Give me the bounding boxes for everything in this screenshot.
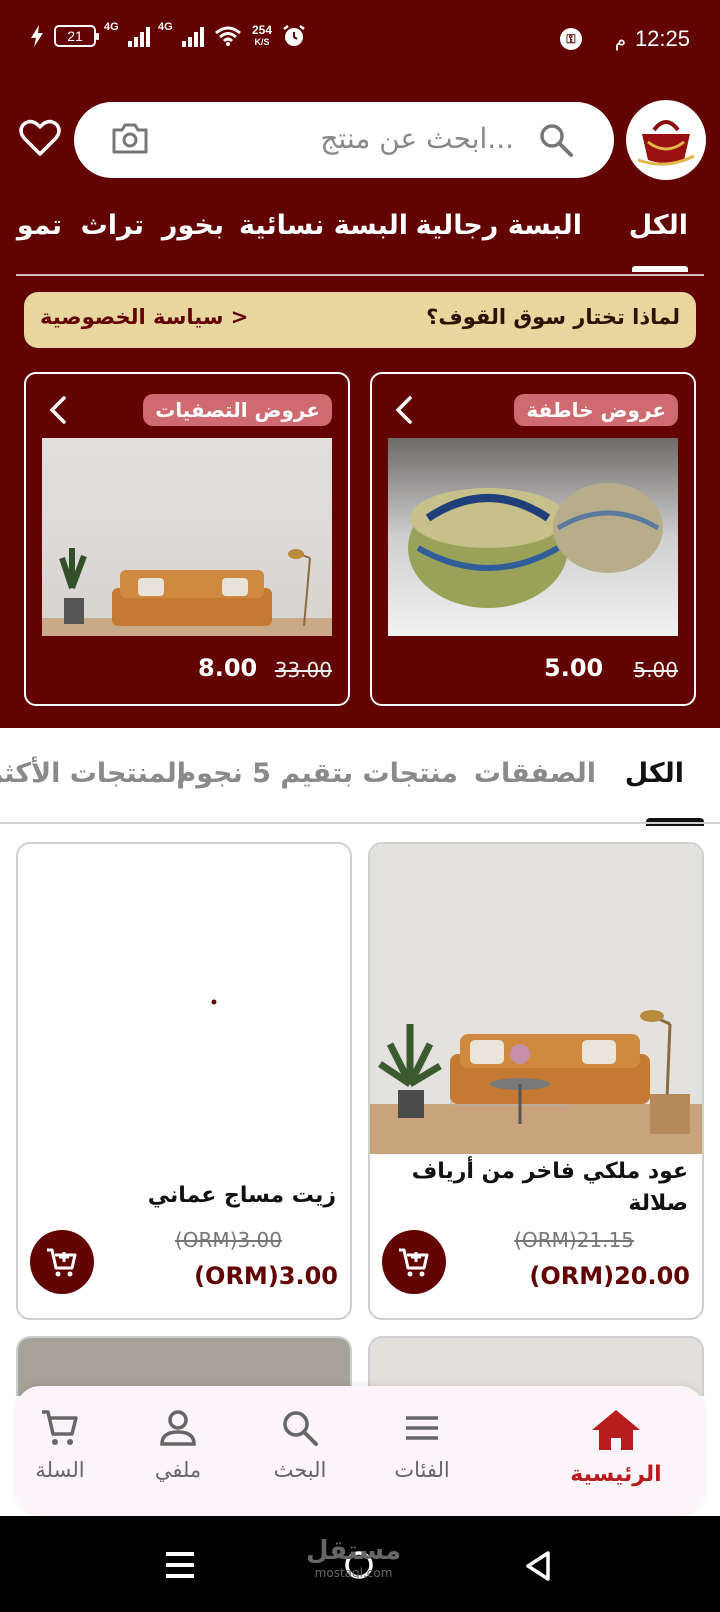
- info-banner[interactable]: لماذا تختار سوق القوف؟ سياسة الخصوصية >: [24, 292, 696, 348]
- product-name[interactable]: زيت مساج عماني: [36, 1180, 336, 1212]
- product-price: (ORM)3.00: [194, 1262, 338, 1290]
- search-placeholder: ابحث عن منتج...: [320, 122, 514, 155]
- search-icon: [283, 1411, 318, 1446]
- chevron-left-icon[interactable]: [392, 394, 416, 426]
- nav-search[interactable]: البحث: [240, 1408, 360, 1482]
- category-divider: [16, 274, 704, 276]
- vpn-key-icon: ⚿: [560, 28, 582, 50]
- favorites-heart-icon[interactable]: [18, 118, 62, 158]
- app-logo[interactable]: [626, 100, 706, 180]
- product-filter-tabs: الكل الصفقات منتجات بتقيم 5 نجوم المنتجا…: [0, 744, 720, 826]
- promo-price: 5.00: [544, 654, 604, 682]
- privacy-policy-link[interactable]: سياسة الخصوصية >: [40, 305, 248, 329]
- tab-heritage[interactable]: تراث: [81, 210, 144, 241]
- camera-icon[interactable]: [110, 120, 150, 156]
- tab-all[interactable]: الكل: [629, 210, 688, 241]
- product-card[interactable]: عود ملكي فاخر من أرياف صلالة (ORM)21.15 …: [368, 842, 704, 1320]
- cart-plus-icon: [399, 1248, 429, 1277]
- promo-price: 8.00: [198, 654, 258, 682]
- tab-men-clothing[interactable]: البسة رجالية: [416, 210, 582, 241]
- header-section: 21 4G 4G 254 K/S ⚿ م 12:25 ابحث عن منتج.…: [0, 0, 720, 728]
- search-icon: [540, 124, 573, 157]
- add-to-cart-button[interactable]: [382, 1230, 446, 1294]
- cart-plus-icon: [47, 1248, 77, 1277]
- recents-icon[interactable]: [164, 1550, 196, 1580]
- promo-card-clearance[interactable]: عروض التصفيات 8.00 33.00: [24, 372, 350, 706]
- product-name[interactable]: عود ملكي فاخر من أرياف صلالة: [388, 1156, 688, 1220]
- promo-image-bowls: [388, 438, 678, 636]
- tab-women-clothing[interactable]: البسة نسائية: [239, 210, 408, 241]
- tab-five-star[interactable]: منتجات بتقيم 5 نجوم: [176, 758, 458, 789]
- category-tabs: الكل البسة رجالية البسة نسائية بخور تراث…: [0, 200, 720, 272]
- alarm-icon: [283, 25, 305, 46]
- back-icon[interactable]: [524, 1550, 552, 1582]
- nav-home[interactable]: الرئيسية: [556, 1408, 676, 1487]
- tab-deals[interactable]: الصفقات: [474, 758, 596, 789]
- user-icon: [160, 1410, 196, 1446]
- nav-categories[interactable]: الفئات: [362, 1408, 482, 1482]
- promo-image-sofa: [42, 438, 332, 636]
- active-tab-indicator: [632, 266, 688, 272]
- status-bar: 21 4G 4G 254 K/S ⚿ م 12:25: [0, 0, 720, 80]
- battery-indicator: 21: [54, 25, 99, 47]
- promo-tag: عروض خاطفة: [514, 394, 678, 426]
- cart-icon: [42, 1410, 78, 1445]
- tab-all-products[interactable]: الكل: [625, 758, 684, 789]
- network-speed: 254 K/S: [252, 23, 273, 47]
- signal-icon-2: 4G: [158, 21, 204, 47]
- wifi-icon: [215, 26, 241, 46]
- status-icons-left: 21 4G 4G 254 K/S: [30, 21, 306, 48]
- nav-cart[interactable]: السلة: [0, 1408, 120, 1482]
- menu-icon: [406, 1416, 438, 1440]
- home-icon: [592, 1410, 640, 1450]
- logo-bag-icon: [637, 120, 695, 166]
- bottom-navigation: الرئيسية الفئات البحث ملفي السلة: [16, 1386, 704, 1516]
- product-old-price: (ORM)21.15: [514, 1228, 634, 1252]
- promo-tag: عروض التصفيات: [143, 394, 332, 426]
- product-image: [18, 844, 350, 1154]
- status-time: 12:25: [634, 26, 690, 51]
- nav-profile[interactable]: ملفي: [118, 1408, 238, 1482]
- chevron-left-icon[interactable]: [46, 394, 70, 426]
- product-card[interactable]: زيت مساج عماني (ORM)3.00 (ORM)3.00: [16, 842, 352, 1320]
- product-price: (ORM)20.00: [529, 1262, 690, 1290]
- charging-icon: [31, 25, 43, 47]
- watermark-logo: مستقل mostaql.com: [306, 1536, 402, 1580]
- promo-old-price: 33.00: [274, 658, 332, 682]
- tab-incense[interactable]: بخور: [162, 210, 224, 241]
- signal-icon: 4G: [104, 21, 150, 47]
- search-bar[interactable]: ابحث عن منتج...: [74, 102, 614, 178]
- status-ampm: م: [614, 30, 626, 51]
- tab-best-sellers[interactable]: المنتجات الأكثر: [0, 758, 186, 789]
- tabs-divider: [0, 822, 720, 824]
- promo-card-flash[interactable]: عروض خاطفة 5.00 5.00: [370, 372, 696, 706]
- promo-old-price: 5.00: [633, 658, 678, 682]
- product-old-price: (ORM)3.00: [174, 1228, 282, 1252]
- product-image: [370, 844, 702, 1154]
- tab-dates[interactable]: تمو: [17, 210, 62, 241]
- add-to-cart-button[interactable]: [30, 1230, 94, 1294]
- why-choose-link[interactable]: لماذا تختار سوق القوف؟: [426, 305, 680, 329]
